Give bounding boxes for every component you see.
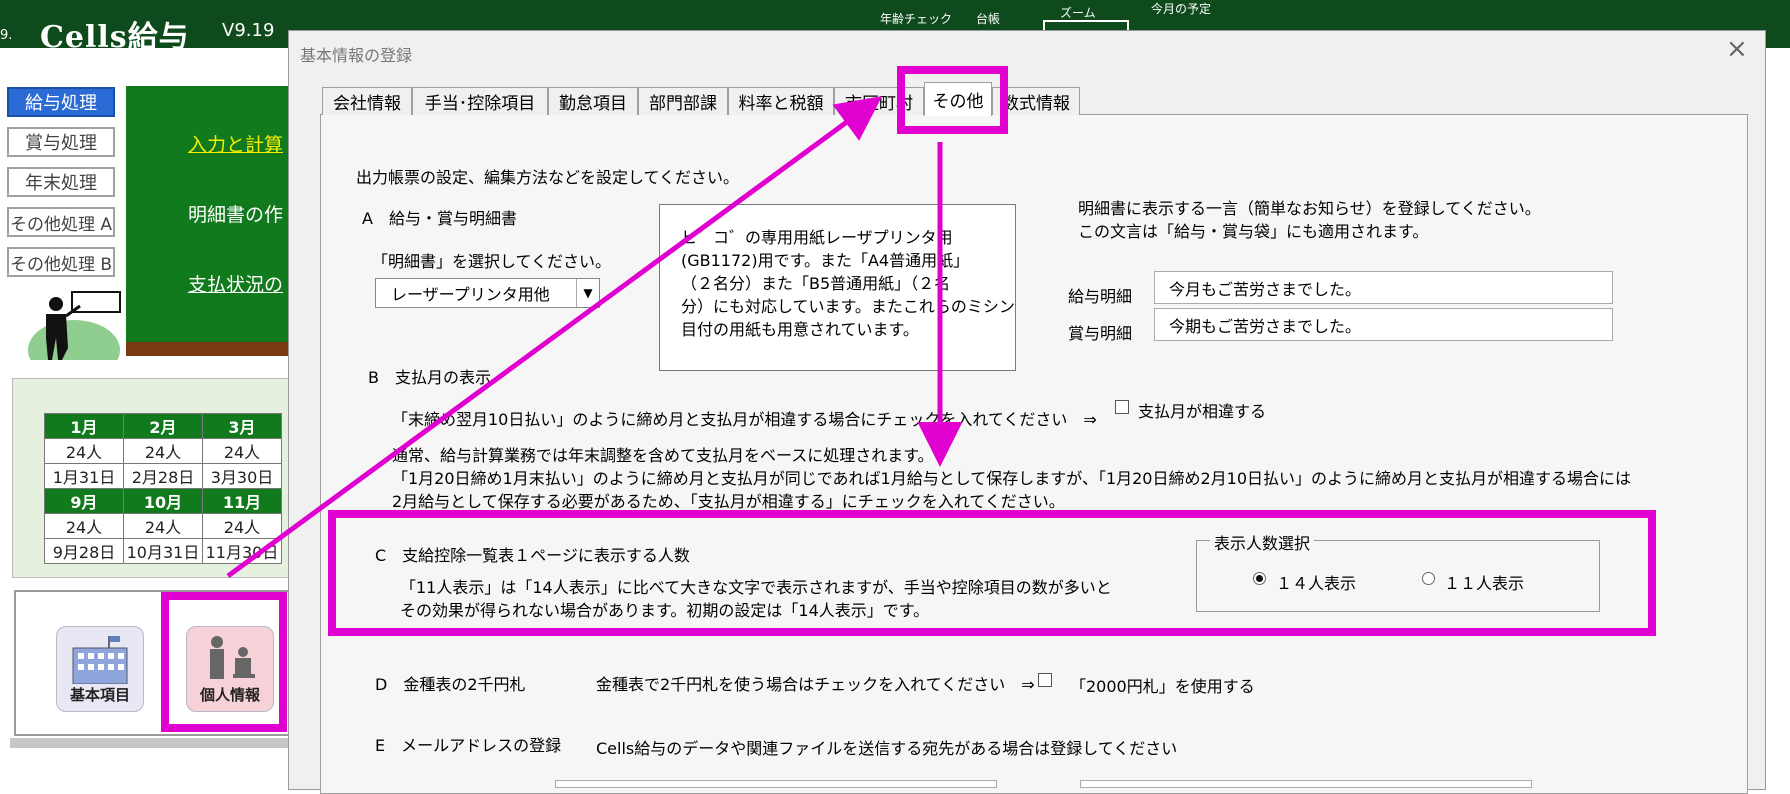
arrow-to-other-tab	[226, 96, 883, 579]
annotation-arrows	[226, 96, 963, 579]
